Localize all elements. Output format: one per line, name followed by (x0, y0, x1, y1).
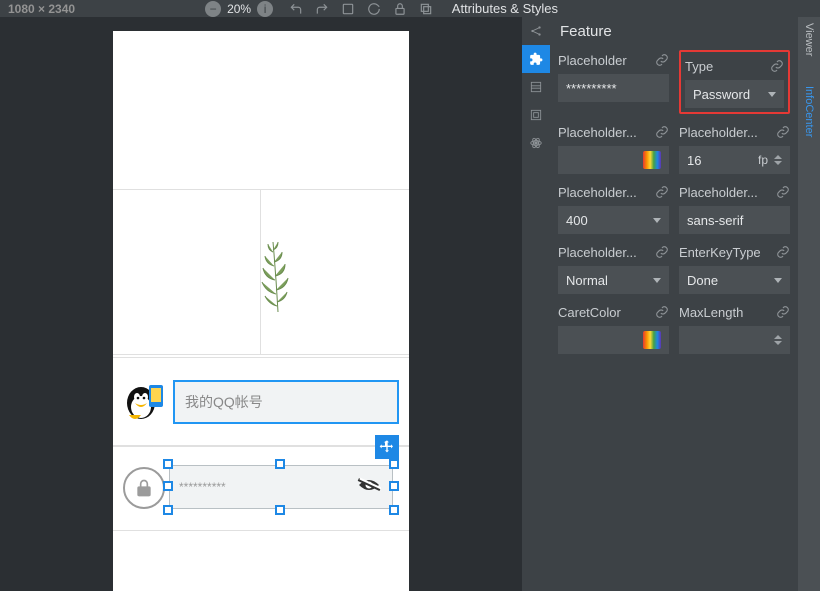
right-rail: Viewer InfoCenter (798, 17, 820, 591)
link-icon[interactable] (776, 245, 790, 259)
section-title: Feature (558, 21, 790, 46)
link-icon[interactable] (776, 305, 790, 319)
link-icon[interactable] (655, 245, 669, 259)
resize-handle[interactable] (163, 505, 173, 515)
link-icon[interactable] (770, 59, 784, 73)
type-label: Type (685, 59, 713, 74)
caretcolor-input[interactable] (558, 326, 669, 354)
placeholder-family-label: Placeholder... (679, 185, 758, 200)
enterkey-label: EnterKeyType (679, 245, 761, 260)
color-swatch-icon[interactable] (643, 331, 661, 349)
link-icon[interactable] (655, 53, 669, 67)
phone-frame: 我的QQ帐号 ********** (113, 31, 409, 591)
tab-box-icon[interactable] (522, 101, 550, 129)
tab-share-icon[interactable] (522, 17, 550, 45)
placeholder-color-input[interactable] (558, 146, 669, 174)
placeholder-type-select[interactable]: Normal (558, 266, 669, 294)
qq-avatar-icon (123, 381, 165, 423)
color-swatch-icon[interactable] (643, 151, 661, 169)
move-handle-icon[interactable] (375, 435, 399, 459)
maxlength-input[interactable] (679, 326, 790, 354)
zoom-out-icon[interactable]: − (205, 1, 221, 17)
link-icon[interactable] (776, 185, 790, 199)
rail-infocenter[interactable]: InfoCenter (803, 86, 815, 137)
redo-icon[interactable] (314, 1, 330, 17)
zoom-in-icon[interactable]: i (257, 1, 273, 17)
side-tabstrip (522, 17, 550, 591)
resize-handle[interactable] (163, 481, 173, 491)
tab-component-icon[interactable] (522, 45, 550, 73)
enterkey-select[interactable]: Done (679, 266, 790, 294)
resize-handle[interactable] (275, 505, 285, 515)
chevron-down-icon (774, 278, 782, 283)
placeholder-weight-select[interactable]: 400 (558, 206, 669, 234)
resize-handle[interactable] (389, 481, 399, 491)
placeholder-weight-label: Placeholder... (558, 185, 637, 200)
refresh-icon[interactable] (366, 1, 382, 17)
link-icon[interactable] (776, 125, 790, 139)
maxlength-label: MaxLength (679, 305, 743, 320)
panel-title: Attributes & Styles (452, 1, 558, 16)
rail-viewer[interactable]: Viewer (803, 23, 815, 56)
resize-handle[interactable] (275, 459, 285, 469)
fullscreen-icon[interactable] (340, 1, 356, 17)
top-toolbar: 1080 × 2340 − 20% i Attributes & Styles (0, 0, 820, 17)
chevron-down-icon (768, 92, 776, 97)
type-select[interactable]: Password (685, 80, 784, 108)
link-icon[interactable] (655, 185, 669, 199)
caretcolor-label: CaretColor (558, 305, 621, 320)
resize-handle[interactable] (389, 459, 399, 469)
lock-icon (123, 467, 165, 509)
tab-grid-icon[interactable] (522, 73, 550, 101)
leaf-image (253, 236, 303, 316)
placeholder-label: Placeholder (558, 53, 627, 68)
placeholder-type-label: Placeholder... (558, 245, 637, 260)
resize-handle[interactable] (389, 505, 399, 515)
placeholder-size-input[interactable]: 16fp (679, 146, 790, 174)
chevron-down-icon (653, 218, 661, 223)
placeholder-input[interactable]: ********** (558, 74, 669, 102)
zoom-value: 20% (227, 2, 251, 16)
tab-atom-icon[interactable] (522, 129, 550, 157)
resize-handle[interactable] (163, 459, 173, 469)
password-input-selected[interactable]: ********** (169, 465, 393, 509)
link-icon[interactable] (655, 305, 669, 319)
zoom-control[interactable]: − 20% i (205, 1, 273, 17)
attributes-panel: Feature Placeholder ********** Type Pass… (550, 17, 798, 591)
layers-icon[interactable] (418, 1, 434, 17)
design-canvas[interactable]: 我的QQ帐号 ********** (0, 17, 522, 591)
username-input[interactable]: 我的QQ帐号 (173, 380, 399, 424)
link-icon[interactable] (655, 125, 669, 139)
lock-icon[interactable] (392, 1, 408, 17)
eye-off-icon[interactable] (357, 475, 381, 500)
chevron-down-icon (653, 278, 661, 283)
placeholder-size-label: Placeholder... (679, 125, 758, 140)
canvas-dimensions: 1080 × 2340 (8, 2, 75, 16)
placeholder-color-label: Placeholder... (558, 125, 637, 140)
placeholder-family-input[interactable]: sans-serif (679, 206, 790, 234)
undo-icon[interactable] (288, 1, 304, 17)
